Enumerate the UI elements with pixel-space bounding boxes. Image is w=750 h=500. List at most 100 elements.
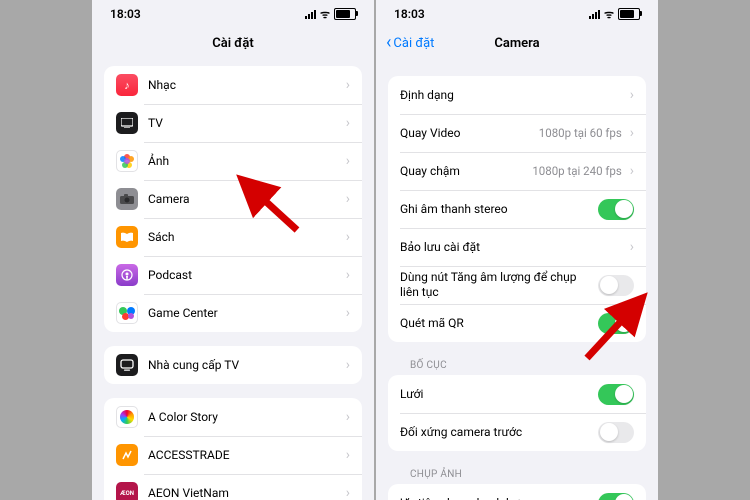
row-format[interactable]: Định dạng › xyxy=(388,76,646,114)
toggle-grid[interactable] xyxy=(598,384,634,405)
chevron-right-icon: › xyxy=(630,125,634,141)
status-time: 18:03 xyxy=(394,7,425,21)
chevron-right-icon: › xyxy=(346,485,350,500)
row-label: Ghi âm thanh stereo xyxy=(400,202,598,217)
row-label: Ưu tiên chụp nhanh hơn xyxy=(400,496,598,500)
wifi-icon: ᯤ xyxy=(320,9,330,20)
row-label: Quay Video xyxy=(400,126,539,141)
status-indicators: ᯤ xyxy=(589,8,640,20)
camera-group-layout: Lưới Đối xứng camera trước xyxy=(388,375,646,451)
chevron-right-icon: › xyxy=(346,191,350,207)
row-detail: 1080p tại 240 fps xyxy=(532,164,621,178)
section-header-capture: CHỤP ẢNH xyxy=(388,465,646,484)
aeon-icon: ÆON xyxy=(116,482,138,500)
row-music[interactable]: ♪ Nhạc › xyxy=(104,66,362,104)
photos-icon xyxy=(116,150,138,172)
camera-icon xyxy=(116,188,138,210)
camera-group-capture: Ưu tiên chụp nhanh hơn xyxy=(388,484,646,500)
toggle-stereo[interactable] xyxy=(598,199,634,220)
chevron-right-icon: › xyxy=(630,239,634,255)
toggle-mirror-front[interactable] xyxy=(598,422,634,443)
row-label: Bảo lưu cài đặt xyxy=(400,240,628,255)
settings-group-media: ♪ Nhạc › TV › Ảnh › Camera › Sách xyxy=(104,66,362,332)
row-mirror-front[interactable]: Đối xứng camera trước xyxy=(388,413,646,451)
row-label: ACCESSTRADE xyxy=(148,448,344,463)
chevron-right-icon: › xyxy=(346,447,350,463)
battery-icon xyxy=(334,8,356,20)
chevron-right-icon: › xyxy=(346,267,350,283)
tv-icon xyxy=(116,112,138,134)
colorstory-icon xyxy=(116,406,138,428)
row-record-video[interactable]: Quay Video 1080p tại 60 fps › xyxy=(388,114,646,152)
row-podcast[interactable]: Podcast › xyxy=(104,256,362,294)
row-books[interactable]: Sách › xyxy=(104,218,362,256)
camera-settings-list[interactable]: Định dạng › Quay Video 1080p tại 60 fps … xyxy=(376,58,658,500)
cellular-icon xyxy=(589,10,600,19)
row-label: A Color Story xyxy=(148,410,344,425)
row-label: Nhà cung cấp TV xyxy=(148,358,344,373)
row-detail: 1080p tại 60 fps xyxy=(539,126,622,140)
settings-group-apps: A Color Story › ACCESSTRADE › ÆON AEON V… xyxy=(104,398,362,500)
row-prioritize-faster[interactable]: Ưu tiên chụp nhanh hơn xyxy=(388,484,646,500)
row-preserve[interactable]: Bảo lưu cài đặt › xyxy=(388,228,646,266)
wifi-icon: ᯤ xyxy=(604,9,614,20)
row-label: Game Center xyxy=(148,306,344,321)
row-label: Sách xyxy=(148,230,344,245)
chevron-right-icon: › xyxy=(346,77,350,93)
row-tv[interactable]: TV › xyxy=(104,104,362,142)
nav-bar: ‹ Cài đặt Camera xyxy=(376,28,658,58)
row-label: AEON VietNam xyxy=(148,486,344,500)
row-tvprovider[interactable]: Nhà cung cấp TV › xyxy=(104,346,362,384)
nav-bar: Cài đặt xyxy=(92,28,374,58)
chevron-left-icon: ‹ xyxy=(386,34,391,52)
settings-list[interactable]: ♪ Nhạc › TV › Ảnh › Camera › Sách xyxy=(92,58,374,500)
row-label: Camera xyxy=(148,192,344,207)
row-label: Lưới xyxy=(400,387,598,402)
chevron-right-icon: › xyxy=(630,163,634,179)
back-button[interactable]: ‹ Cài đặt xyxy=(386,34,434,52)
row-aeon[interactable]: ÆON AEON VietNam › xyxy=(104,474,362,500)
settings-group-tvprovider: Nhà cung cấp TV › xyxy=(104,346,362,384)
books-icon xyxy=(116,226,138,248)
row-label: TV xyxy=(148,116,344,131)
toggle-prioritize-faster[interactable] xyxy=(598,493,634,500)
chevron-right-icon: › xyxy=(630,87,634,103)
annotation-arrow-icon xyxy=(252,190,312,240)
row-accesstrade[interactable]: ACCESSTRADE › xyxy=(104,436,362,474)
toggle-volume-burst[interactable] xyxy=(598,275,634,296)
row-label: Podcast xyxy=(148,268,344,283)
status-bar: 18:03 ᯤ xyxy=(92,0,374,28)
row-gamecenter[interactable]: Game Center › xyxy=(104,294,362,332)
accesstrade-icon xyxy=(116,444,138,466)
row-photos[interactable]: Ảnh › xyxy=(104,142,362,180)
row-colorstory[interactable]: A Color Story › xyxy=(104,398,362,436)
camera-settings-screen: 18:03 ᯤ ‹ Cài đặt Camera Định dạng › Qua… xyxy=(376,0,658,500)
cellular-icon xyxy=(305,10,316,19)
row-volume-burst[interactable]: Dùng nút Tăng âm lượng để chụp liên tục xyxy=(388,266,646,304)
battery-icon xyxy=(618,8,640,20)
chevron-right-icon: › xyxy=(346,409,350,425)
chevron-right-icon: › xyxy=(346,229,350,245)
page-title: Camera xyxy=(494,36,539,51)
row-label: Ảnh xyxy=(148,154,344,169)
row-label: Đối xứng camera trước xyxy=(400,425,598,440)
page-title: Cài đặt xyxy=(212,36,254,51)
music-icon: ♪ xyxy=(116,74,138,96)
row-label: Định dạng xyxy=(400,88,628,103)
status-time: 18:03 xyxy=(110,7,141,21)
back-label: Cài đặt xyxy=(393,36,434,51)
row-label: Quay chậm xyxy=(400,164,532,179)
chevron-right-icon: › xyxy=(346,357,350,373)
gamecenter-icon xyxy=(116,302,138,324)
chevron-right-icon: › xyxy=(346,153,350,169)
row-grid[interactable]: Lưới xyxy=(388,375,646,413)
annotation-arrow-icon xyxy=(572,308,642,368)
row-slomo[interactable]: Quay chậm 1080p tại 240 fps › xyxy=(388,152,646,190)
tvprovider-icon xyxy=(116,354,138,376)
settings-screen: 18:03 ᯤ Cài đặt ♪ Nhạc › TV › Ảnh › xyxy=(92,0,374,500)
row-label: Nhạc xyxy=(148,78,344,93)
row-camera[interactable]: Camera › xyxy=(104,180,362,218)
chevron-right-icon: › xyxy=(346,115,350,131)
row-stereo[interactable]: Ghi âm thanh stereo xyxy=(388,190,646,228)
row-label: Quét mã QR xyxy=(400,316,598,331)
